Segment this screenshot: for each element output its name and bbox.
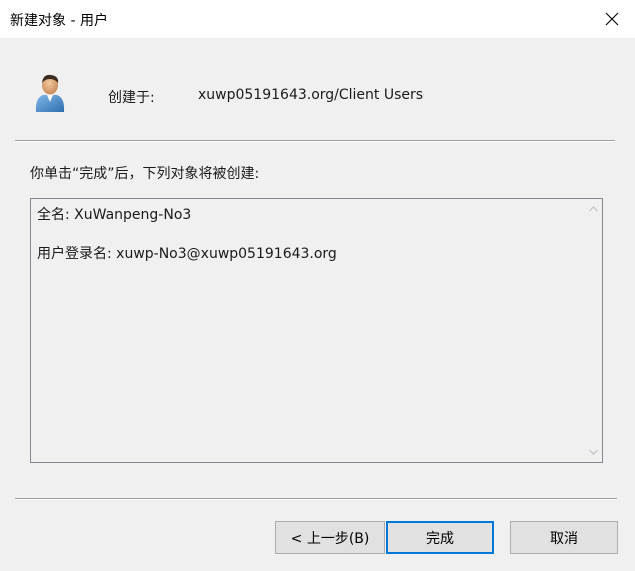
vertical-scrollbar[interactable]	[585, 199, 602, 462]
summary-full-name: 全名: XuWanpeng-No3	[37, 207, 192, 223]
close-button[interactable]	[589, 0, 635, 38]
divider	[15, 498, 617, 500]
created-in-path: xuwp05191643.org/Client Users	[198, 87, 424, 103]
summary-logon-name: 用户登录名: xuwp-No3@xuwp05191643.org	[37, 246, 337, 262]
close-icon	[605, 12, 619, 26]
back-button[interactable]: < 上一步(B)	[275, 521, 385, 554]
scroll-down-icon[interactable]	[588, 448, 599, 456]
scroll-up-icon[interactable]	[588, 205, 599, 213]
created-in-label: 创建于:	[108, 90, 155, 106]
summary-textbox[interactable]: 全名: XuWanpeng-No3 用户登录名: xuwp-No3@xuwp05…	[30, 198, 603, 463]
user-icon	[35, 74, 65, 112]
divider	[15, 140, 615, 142]
finish-button[interactable]: 完成	[386, 521, 494, 554]
window-title: 新建对象 - 用户	[10, 13, 108, 29]
cancel-button[interactable]: 取消	[510, 521, 618, 554]
intro-text: 你单击“完成”后，下列对象将被创建:	[30, 166, 260, 182]
title-bar: 新建对象 - 用户	[0, 0, 635, 38]
